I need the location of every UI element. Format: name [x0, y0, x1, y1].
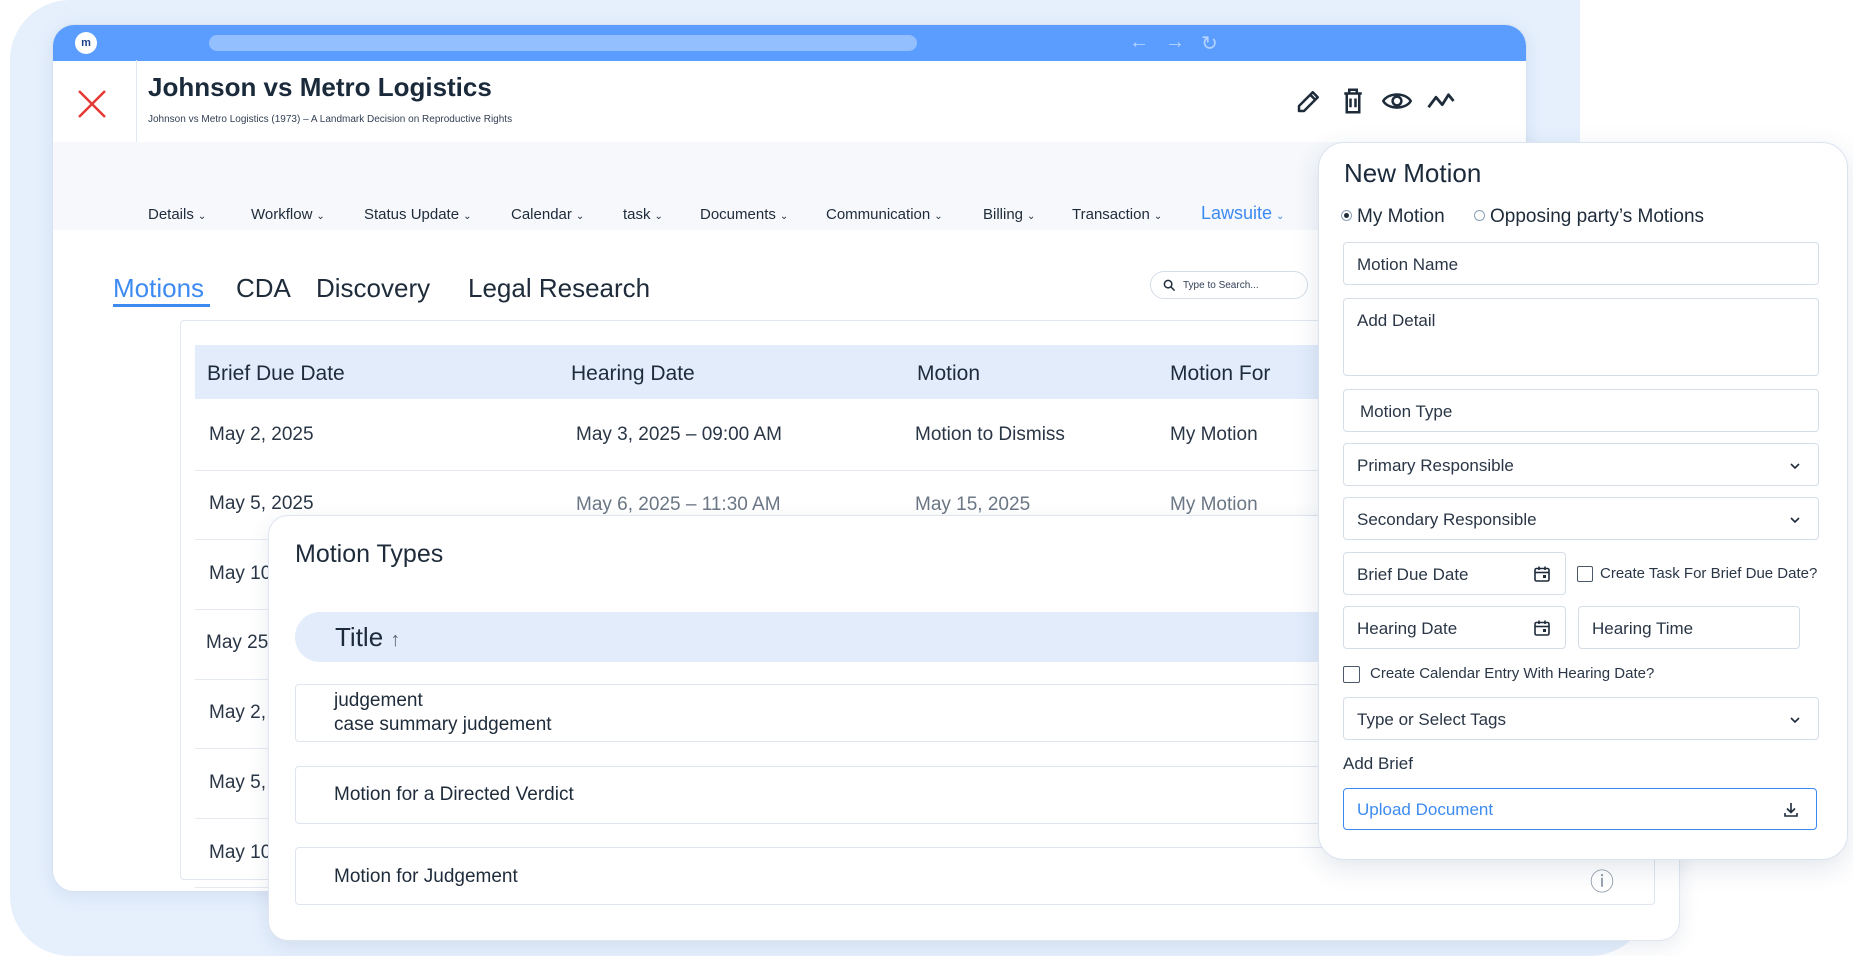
- col-motion[interactable]: Motion: [917, 362, 980, 386]
- add-detail-field[interactable]: Add Detail: [1343, 298, 1819, 376]
- app-logo: m: [75, 32, 97, 54]
- table-cell: May 6, 2025 – 11:30 AM: [576, 494, 781, 515]
- table-header-row: [195, 345, 1325, 399]
- create-task-label: Create Task For Brief Due Date?: [1600, 565, 1818, 582]
- upload-document-label: Upload Document: [1357, 800, 1494, 819]
- forward-icon[interactable]: →: [1165, 31, 1185, 54]
- menu-documents[interactable]: Documents ⌄: [700, 206, 788, 223]
- primary-responsible-label: Primary Responsible: [1357, 456, 1514, 475]
- sort-arrow-icon[interactable]: ↑: [390, 629, 400, 651]
- reload-icon[interactable]: ↻: [1201, 31, 1218, 56]
- menu-calendar[interactable]: Calendar ⌄: [511, 206, 584, 223]
- motion-name-field[interactable]: Motion Name: [1343, 242, 1819, 285]
- motion-types-title: Motion Types: [295, 540, 444, 568]
- background-notch: [1580, 0, 1700, 160]
- table-cell: May 10: [209, 842, 272, 863]
- table-cell[interactable]: Motion to Dismiss: [915, 424, 1065, 446]
- table-cell: May 5,: [209, 772, 267, 793]
- chevron-down-icon: [1790, 517, 1800, 524]
- create-task-checkbox[interactable]: [1577, 566, 1593, 582]
- table-cell: My Motion: [1170, 424, 1258, 445]
- hearing-date-label: Hearing Date: [1357, 619, 1458, 638]
- hearing-date-field[interactable]: Hearing Date: [1343, 606, 1566, 649]
- hearing-time-field[interactable]: Hearing Time: [1578, 606, 1800, 649]
- upload-document-button[interactable]: Upload Document: [1343, 788, 1817, 830]
- col-motion-for[interactable]: Motion For: [1170, 362, 1270, 386]
- row-divider: [195, 470, 1325, 471]
- table-cell: May 25: [206, 632, 269, 653]
- menu-billing[interactable]: Billing ⌄: [983, 206, 1035, 223]
- radio-opposing-motions[interactable]: Opposing party’s Motions: [1474, 206, 1704, 228]
- list-item-subtitle: case summary judgement: [334, 714, 552, 735]
- search-icon: [1163, 279, 1176, 292]
- calendar-entry-label: Create Calendar Entry With Hearing Date?: [1370, 665, 1655, 682]
- table-cell: May 2, 2025: [209, 424, 314, 445]
- table-cell: My Motion: [1170, 494, 1258, 515]
- title-bar: m ← → ↻: [53, 25, 1526, 61]
- calendar-entry-checkbox[interactable]: [1343, 666, 1360, 683]
- table-cell: May 2,: [209, 702, 267, 723]
- menu-transaction[interactable]: Transaction ⌄: [1072, 206, 1162, 223]
- calendar-icon[interactable]: [1533, 619, 1551, 637]
- table-cell: May 3, 2025 – 09:00 AM: [576, 424, 782, 445]
- add-brief-label: Add Brief: [1343, 754, 1413, 773]
- col-hearing-date[interactable]: Hearing Date: [571, 362, 695, 386]
- table-cell: May 15, 2025: [915, 494, 1031, 515]
- menu-communication[interactable]: Communication ⌄: [826, 206, 943, 223]
- tab-motions[interactable]: Motions: [113, 273, 204, 304]
- secondary-responsible-label: Secondary Responsible: [1357, 510, 1537, 529]
- chevron-down-icon: [1790, 463, 1800, 470]
- tags-select[interactable]: Type or Select Tags: [1343, 697, 1819, 740]
- calendar-icon[interactable]: [1533, 565, 1551, 583]
- brief-due-date-label: Brief Due Date: [1357, 565, 1469, 584]
- menu-details[interactable]: Details ⌄: [148, 206, 206, 223]
- radio-my-motion[interactable]: My Motion: [1341, 206, 1445, 228]
- col-title[interactable]: Title ↑: [335, 622, 400, 653]
- table-cell: May 5, 2025: [209, 493, 314, 514]
- search-input[interactable]: Type to Search...: [1150, 271, 1308, 299]
- form-title: New Motion: [1344, 158, 1482, 188]
- motion-type-field[interactable]: Motion Type: [1343, 389, 1819, 432]
- address-bar[interactable]: [209, 35, 917, 51]
- tab-cda[interactable]: CDA: [236, 273, 291, 304]
- brief-due-date-field[interactable]: Brief Due Date: [1343, 552, 1566, 595]
- tab-discovery[interactable]: Discovery: [316, 273, 430, 304]
- list-item-title: Motion for a Directed Verdict: [334, 784, 574, 805]
- back-icon[interactable]: ←: [1129, 31, 1149, 54]
- primary-responsible-select[interactable]: Primary Responsible: [1343, 443, 1819, 486]
- menu-lawsuite[interactable]: Lawsuite ⌄: [1201, 203, 1284, 224]
- table-cell: May 10: [209, 563, 272, 584]
- search-placeholder: Type to Search...: [1183, 280, 1259, 291]
- menu-workflow[interactable]: Workflow ⌄: [251, 206, 325, 223]
- tab-motions-underline: [113, 304, 210, 307]
- tab-legal-research[interactable]: Legal Research: [468, 273, 650, 304]
- radio-unchecked-icon: [1474, 210, 1485, 221]
- chevron-down-icon: [1790, 717, 1800, 724]
- secondary-responsible-select[interactable]: Secondary Responsible: [1343, 497, 1819, 540]
- col-brief-due-date[interactable]: Brief Due Date: [207, 362, 345, 386]
- menu-status-update[interactable]: Status Update ⌄: [364, 206, 471, 223]
- menu-task[interactable]: task ⌄: [623, 206, 663, 223]
- list-item-title: judgement: [334, 690, 423, 711]
- list-item-title: Motion for Judgement: [334, 866, 518, 887]
- radio-checked-icon: [1341, 210, 1352, 221]
- download-icon: [1784, 803, 1798, 817]
- motion-types-header: [295, 612, 1395, 662]
- close-icon[interactable]: [74, 86, 110, 122]
- info-icon[interactable]: ⓘ: [1590, 862, 1614, 897]
- tags-label: Type or Select Tags: [1357, 710, 1506, 729]
